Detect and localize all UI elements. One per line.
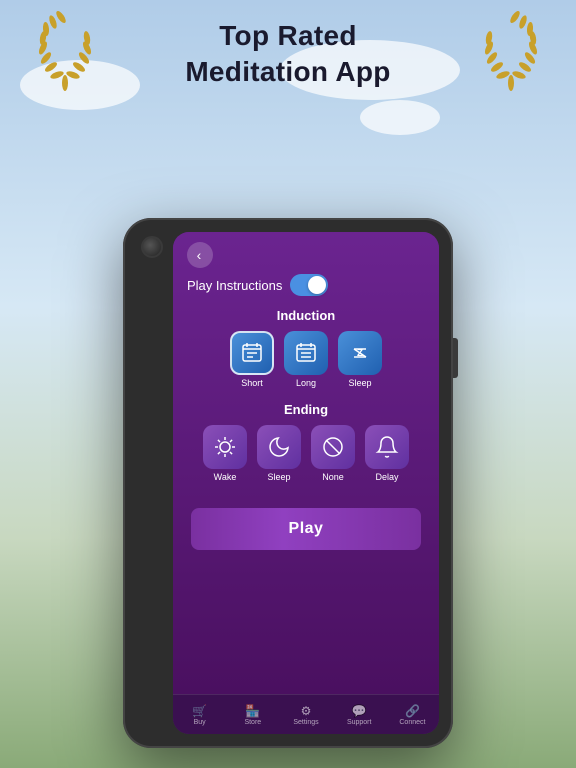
tab-support[interactable]: 💬 Support [333,695,386,734]
induction-options: Short [187,331,425,388]
svg-text:Z: Z [357,348,363,359]
induction-option-long[interactable]: Long [284,331,328,388]
wake-label: Wake [214,472,237,482]
tablet-screen: ‹ Play Instructions Induction [173,232,439,734]
none-icon [321,435,345,459]
cloud-3 [360,100,440,135]
play-instructions-label: Play Instructions [187,278,282,293]
short-label: Short [241,378,263,388]
settings-label: Settings [293,719,318,726]
induction-section: Induction [187,308,425,392]
settings-icon: ⚙ [301,704,312,718]
delay-icon [375,435,399,459]
long-icon-box [284,331,328,375]
support-label: Support [347,719,372,726]
play-button-container: Play [187,508,425,550]
toggle-knob [308,276,326,294]
play-instructions-toggle[interactable] [290,274,328,296]
long-label: Long [296,378,316,388]
sleep-ending-label: Sleep [267,472,290,482]
sleep-ending-icon [267,435,291,459]
connect-label: Connect [399,719,425,726]
ending-options: Wake Sleep [187,425,425,482]
induction-title: Induction [187,308,425,323]
connect-icon: 🔗 [405,704,420,718]
back-button[interactable]: ‹ [187,242,213,268]
induction-option-sleep[interactable]: Z Sleep [338,331,382,388]
sleep-ending-icon-box [257,425,301,469]
ending-option-delay[interactable]: Delay [365,425,409,482]
tab-connect[interactable]: 🔗 Connect [386,695,439,734]
wake-icon [213,435,237,459]
page-title: Top Rated Meditation App [0,18,576,91]
tablet-camera [141,236,163,258]
play-instructions-row: Play Instructions [187,274,425,296]
store-icon: 🏪 [245,704,260,718]
short-icon [240,341,264,365]
back-icon: ‹ [197,247,202,263]
sleep-induction-icon-box: Z [338,331,382,375]
ending-title: Ending [187,402,425,417]
delay-icon-box [365,425,409,469]
sleep-induction-label: Sleep [348,378,371,388]
none-label: None [322,472,344,482]
tablet-outer-frame: ‹ Play Instructions Induction [123,218,453,748]
wake-icon-box [203,425,247,469]
spacer [187,550,425,684]
header-text: Top Rated Meditation App [0,18,576,91]
ending-option-wake[interactable]: Wake [203,425,247,482]
tab-bar: 🛒 Buy 🏪 Store ⚙ Settings 💬 Support 🔗 [173,694,439,734]
app-screen: ‹ Play Instructions Induction [173,232,439,694]
short-icon-box [230,331,274,375]
tab-settings[interactable]: ⚙ Settings [279,695,332,734]
ending-section: Ending [187,402,425,486]
tab-store[interactable]: 🏪 Store [226,695,279,734]
play-button[interactable]: Play [191,508,421,550]
buy-label: Buy [194,719,206,726]
delay-label: Delay [375,472,398,482]
support-icon: 💬 [352,704,367,718]
tablet-side-button [453,338,458,378]
long-icon [294,341,318,365]
none-icon-box [311,425,355,469]
sleep-induction-icon: Z [348,341,372,365]
buy-icon: 🛒 [192,704,207,718]
tab-buy[interactable]: 🛒 Buy [173,695,226,734]
induction-option-short[interactable]: Short [230,331,274,388]
tablet-device: ‹ Play Instructions Induction [123,218,453,748]
ending-option-sleep[interactable]: Sleep [257,425,301,482]
ending-option-none[interactable]: None [311,425,355,482]
store-label: Store [244,719,261,726]
